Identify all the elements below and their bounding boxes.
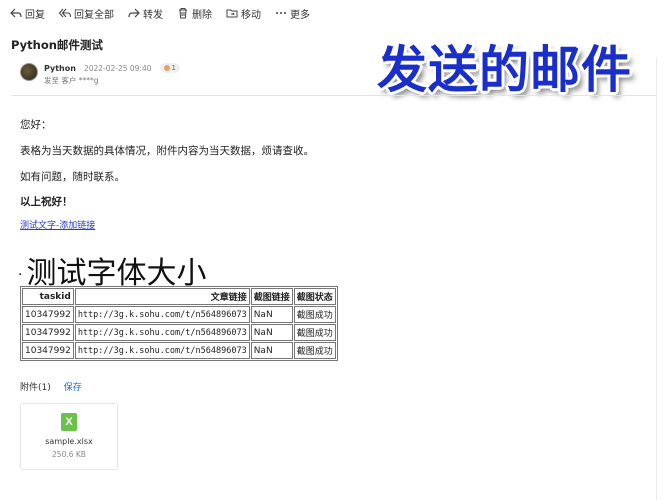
data-table: taskid 文章链接 截图链接 截图状态 10347992 http://3g… bbox=[20, 286, 338, 361]
forward-button[interactable]: 转发 bbox=[128, 6, 163, 21]
reply-button[interactable]: 回复 bbox=[10, 6, 45, 21]
reply-label: 回复 bbox=[25, 9, 45, 21]
recipient-line: 发至 客户 ****g bbox=[44, 76, 99, 85]
reply-all-button[interactable]: 回复全部 bbox=[59, 6, 114, 21]
attachment-card[interactable]: X sample.xlsx 250.6 KB bbox=[20, 403, 118, 470]
closing-text: 以上祝好！ bbox=[20, 196, 73, 208]
bullet-dot: · bbox=[18, 266, 23, 283]
cell-screenshot-link: NaN bbox=[250, 306, 293, 323]
folder-move-icon bbox=[226, 9, 238, 18]
move-button[interactable]: 移动 bbox=[226, 6, 261, 21]
email-subject: Python邮件测试 bbox=[11, 38, 103, 52]
body-line-2: 如有问题，随时联系。 bbox=[20, 171, 125, 183]
cell-article-link: http://3g.k.sohu.com/t/n564896073 bbox=[74, 324, 250, 341]
reaction-badge[interactable]: 1 bbox=[159, 63, 180, 73]
right-divider bbox=[656, 58, 657, 500]
save-attachments-link[interactable]: 保存 bbox=[64, 380, 82, 393]
move-label: 移动 bbox=[241, 9, 261, 21]
email-date: 2022-02-25 09:40 bbox=[83, 63, 152, 73]
sender-name[interactable]: Python bbox=[44, 64, 76, 73]
sender-info: Python 2022-02-25 09:40 1 发至 客户 ****g bbox=[20, 63, 180, 86]
cell-article-link: http://3g.k.sohu.com/t/n564896073 bbox=[74, 306, 250, 323]
reply-all-icon bbox=[59, 8, 71, 18]
test-link[interactable]: 测试文字-添加链接 bbox=[20, 218, 95, 231]
col-header-screenshot-status: 截图状态 bbox=[293, 288, 336, 305]
col-header-screenshot-link: 截图链接 bbox=[250, 288, 293, 305]
reply-icon bbox=[10, 8, 22, 18]
delete-button[interactable]: 删除 bbox=[177, 6, 212, 21]
more-label: 更多 bbox=[290, 9, 310, 21]
excel-file-icon: X bbox=[61, 413, 77, 431]
cell-screenshot-status: 截图成功 bbox=[293, 342, 336, 359]
cell-taskid: 10347992 bbox=[22, 342, 74, 359]
more-button[interactable]: 更多 bbox=[275, 6, 310, 21]
cell-screenshot-status: 截图成功 bbox=[293, 324, 336, 341]
cell-screenshot-link: NaN bbox=[250, 324, 293, 341]
cell-screenshot-status: 截图成功 bbox=[293, 306, 336, 323]
col-header-article-link: 文章链接 bbox=[74, 288, 250, 305]
trash-icon bbox=[179, 8, 187, 19]
attachments-header: 附件(1) 保存 bbox=[20, 380, 82, 393]
body-line-1: 表格为当天数据的具体情况，附件内容为当天数据，烦请查收。 bbox=[20, 145, 314, 157]
cell-taskid: 10347992 bbox=[22, 306, 74, 323]
mail-toolbar: 回复 回复全部 转发 删除 移动 更多 bbox=[0, 0, 667, 26]
forward-label: 转发 bbox=[143, 9, 163, 21]
more-dots-icon bbox=[276, 12, 286, 14]
attachments-label: 附件(1) bbox=[20, 383, 51, 393]
reply-all-label: 回复全部 bbox=[74, 9, 114, 21]
cell-article-link: http://3g.k.sohu.com/t/n564896073 bbox=[74, 342, 250, 359]
greeting-text: 您好： bbox=[20, 119, 52, 131]
table-header-row: taskid 文章链接 截图链接 截图状态 bbox=[22, 288, 336, 305]
attachment-file-size: 250.6 KB bbox=[52, 450, 86, 459]
table-row: 10347992 http://3g.k.sohu.com/t/n5648960… bbox=[22, 306, 336, 323]
attachment-file-name: sample.xlsx bbox=[45, 437, 93, 446]
avatar[interactable] bbox=[20, 63, 38, 81]
overlay-title: 发送的邮件 bbox=[377, 41, 632, 99]
table-row: 10347992 http://3g.k.sohu.com/t/n5648960… bbox=[22, 342, 336, 359]
header-divider bbox=[11, 95, 656, 96]
col-header-taskid: taskid bbox=[22, 288, 74, 305]
reaction-icon bbox=[163, 65, 170, 71]
cell-taskid: 10347992 bbox=[22, 324, 74, 341]
cell-screenshot-link: NaN bbox=[250, 342, 293, 359]
forward-icon bbox=[128, 8, 140, 18]
table-row: 10347992 http://3g.k.sohu.com/t/n5648960… bbox=[22, 324, 336, 341]
reaction-count: 1 bbox=[171, 64, 176, 72]
delete-label: 删除 bbox=[192, 9, 212, 21]
